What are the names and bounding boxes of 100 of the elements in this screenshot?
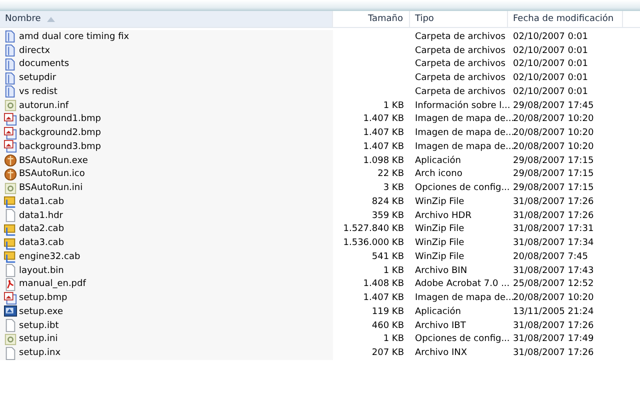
modified-date: 02/10/2007 0:01	[513, 59, 588, 70]
settings-file-icon	[4, 182, 17, 195]
file-type: WinZip File	[415, 252, 464, 262]
modified-date: 29/08/2007 17:45	[513, 100, 594, 111]
file-type: WinZip File	[415, 224, 464, 234]
modified-date: 20/08/2007 7:45	[513, 252, 588, 262]
file-size: 359 KB	[372, 210, 404, 221]
file-size: 1 KB	[383, 266, 404, 276]
orb-icon	[4, 154, 17, 168]
file-type: Imagen de mapa de...	[415, 142, 514, 152]
file-name[interactable]: directx	[19, 46, 50, 56]
file-type: Información sobre l...	[415, 100, 510, 111]
file-name[interactable]: layout.bin	[19, 266, 64, 276]
modified-date: 29/08/2007 17:15	[513, 169, 594, 180]
file-size: 1.536.000 KB	[343, 238, 404, 248]
folder-icon	[4, 30, 17, 44]
file-type: Opciones de config...	[415, 183, 510, 194]
modified-date: 20/08/2007 10:20	[513, 142, 594, 152]
modified-date: 31/08/2007 17:26	[513, 210, 594, 221]
file-name[interactable]: setup.ibt	[19, 320, 59, 331]
file-size: 824 KB	[372, 196, 404, 207]
file-type: Carpeta de archivos	[415, 46, 506, 56]
folder-icon	[4, 72, 17, 85]
file-type: Archivo BIN	[415, 266, 468, 276]
file-name[interactable]: vs redist	[19, 86, 58, 97]
modified-date: 02/10/2007 0:01	[513, 46, 588, 56]
modified-date: 20/08/2007 10:20	[513, 114, 594, 124]
folder-icon	[4, 85, 17, 98]
modified-date: 13/11/2005 21:24	[513, 306, 594, 317]
file-type: Imagen de mapa de...	[415, 114, 514, 124]
file-type: Imagen de mapa de...	[415, 293, 514, 304]
file-size: 1 KB	[383, 334, 404, 344]
settings-file-icon	[4, 332, 17, 346]
file-type: Adobe Acrobat 7.0 ...	[415, 279, 510, 290]
modified-date: 31/08/2007 17:26	[513, 348, 594, 358]
file-type: Carpeta de archivos	[415, 73, 506, 84]
file-name[interactable]: data3.cab	[19, 238, 64, 248]
modified-date: 31/08/2007 17:49	[513, 334, 594, 344]
file-name[interactable]: background3.bmp	[19, 142, 102, 152]
file-name[interactable]: BSAutoRun.exe	[19, 156, 88, 166]
modified-date: 02/10/2007 0:01	[513, 73, 588, 84]
file-size: 1.407 KB	[363, 128, 404, 138]
file-type: Opciones de config...	[415, 334, 510, 344]
modified-date: 31/08/2007 17:26	[513, 196, 594, 207]
file-name[interactable]: data1.cab	[19, 196, 64, 207]
modified-date: 31/08/2007 17:31	[513, 224, 594, 234]
modified-date: 02/10/2007 0:01	[513, 32, 588, 42]
file-size: 460 KB	[372, 320, 404, 331]
archive-icon	[4, 222, 17, 236]
column-header[interactable]: Tamaño	[333, 11, 410, 27]
file-type: WinZip File	[415, 196, 464, 207]
file-name[interactable]: autorun.inf	[19, 100, 69, 111]
file-name[interactable]: setup.exe	[19, 306, 63, 317]
file-type: Arch icono	[415, 169, 462, 180]
file-size: 119 KB	[372, 306, 404, 317]
file-size: 1.527.840 KB	[343, 224, 404, 234]
file-name[interactable]: setup.inx	[19, 348, 61, 358]
column-header[interactable]: Nombre	[0, 11, 333, 27]
file-type: Imagen de mapa de...	[415, 128, 514, 138]
file-name[interactable]: background2.bmp	[19, 128, 102, 138]
file-name[interactable]: BSAutoRun.ico	[19, 169, 85, 180]
file-type: Aplicación	[415, 306, 461, 317]
modified-date: 31/08/2007 17:26	[513, 320, 594, 331]
file-type: Aplicación	[415, 156, 461, 166]
file-name[interactable]: BSAutoRun.ini	[19, 183, 83, 194]
folder-icon	[4, 58, 17, 71]
file-size: 1 KB	[383, 100, 404, 111]
column-header[interactable]: Tipo	[410, 11, 508, 27]
file-name[interactable]: data1.hdr	[19, 210, 63, 221]
file-type: Archivo HDR	[415, 210, 472, 221]
modified-date: 31/08/2007 17:43	[513, 266, 594, 276]
settings-file-icon	[4, 99, 17, 112]
file-type: WinZip File	[415, 238, 464, 248]
file-type: Carpeta de archivos	[415, 59, 506, 70]
installer-icon	[4, 305, 17, 318]
file-size: 1.407 KB	[363, 114, 404, 124]
file-type: Carpeta de archivos	[415, 86, 506, 97]
modified-date: 20/08/2007 10:20	[513, 128, 594, 138]
file-name[interactable]: setup.bmp	[19, 293, 68, 304]
file-type: Carpeta de archivos	[415, 32, 506, 42]
modified-date: 25/08/2007 12:52	[513, 279, 594, 290]
file-name[interactable]: setupdir	[19, 73, 56, 84]
file-size: 1.407 KB	[363, 142, 404, 152]
file-name[interactable]: data2.cab	[19, 224, 64, 234]
file-name[interactable]: documents	[19, 59, 70, 70]
file-name[interactable]: manual_en.pdf	[19, 279, 86, 290]
file-type: Archivo INX	[415, 348, 468, 358]
sort-arrow-icon	[46, 16, 55, 22]
column-header[interactable]: Fecha de modificación	[508, 11, 623, 27]
file-size: 1.408 KB	[363, 279, 404, 290]
file-size: 207 KB	[372, 348, 404, 358]
file-name[interactable]: background1.bmp	[19, 114, 102, 124]
archive-icon	[4, 250, 17, 264]
modified-date: 29/08/2007 17:15	[513, 183, 594, 194]
file-size: 1.098 KB	[363, 156, 404, 166]
file-name[interactable]: setup.ini	[19, 334, 58, 344]
file-size: 1.407 KB	[363, 293, 404, 304]
modified-date: 31/08/2007 17:34	[513, 238, 594, 248]
file-name[interactable]: engine32.cab	[19, 252, 80, 262]
archive-icon	[4, 195, 17, 208]
